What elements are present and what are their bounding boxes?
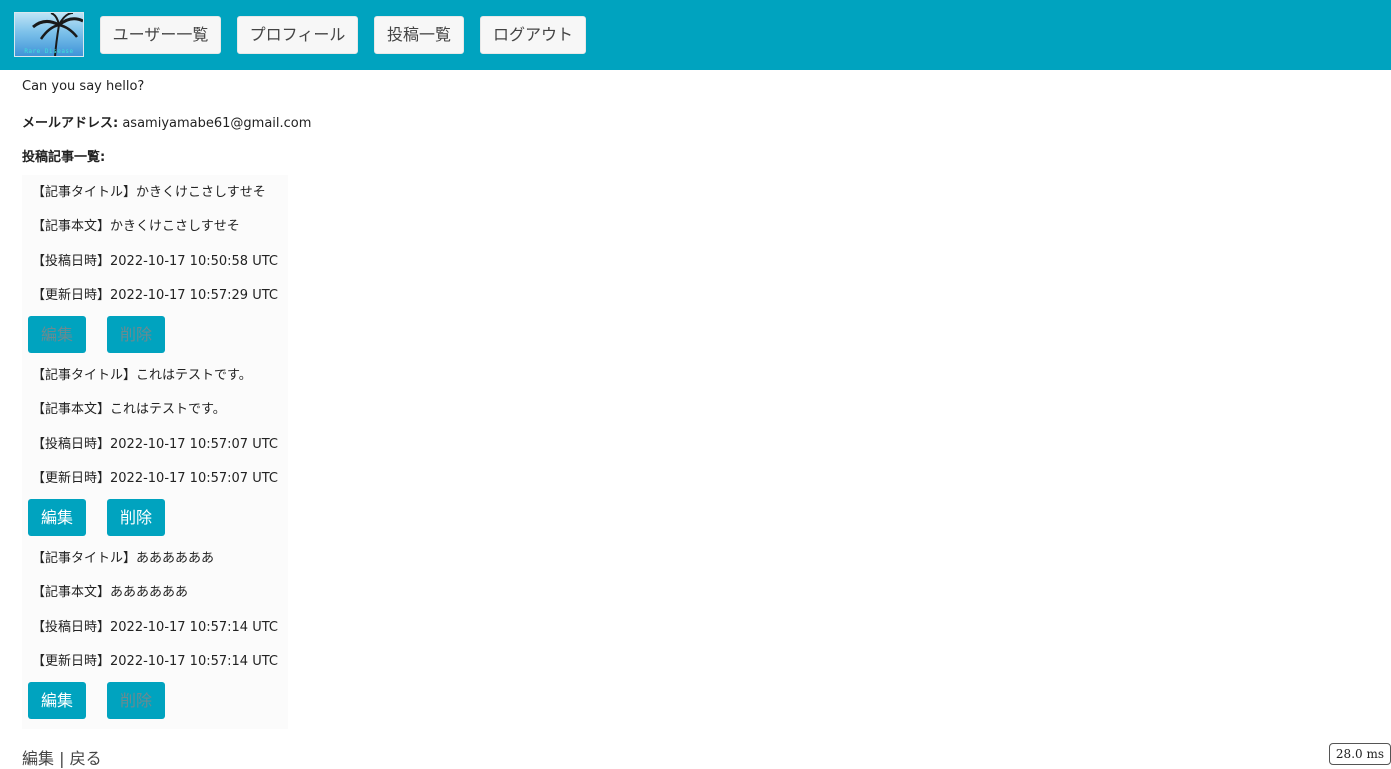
edit-post-button[interactable]: 編集 [28, 682, 86, 719]
top-nav-bar: Rare Disease ユーザー一覧 プロフィール 投稿一覧 ログアウト [0, 0, 1391, 70]
post-body: 【記事本文】ああああああ [32, 585, 189, 600]
nav-profile-button[interactable]: プロフィール [237, 16, 358, 54]
post-body: 【記事本文】かきくけこさしすせそ [32, 219, 240, 234]
nav-users-button[interactable]: ユーザー一覧 [100, 16, 221, 54]
post-updated: 【更新日時】2022-10-17 10:57:14 UTC [32, 654, 278, 669]
logo-text: Rare Disease [24, 48, 74, 55]
nav-posts-button[interactable]: 投稿一覧 [374, 16, 464, 54]
post-created: 【投稿日時】2022-10-17 10:57:07 UTC [32, 437, 278, 452]
post-body: 【記事本文】これはテストです。 [32, 402, 226, 417]
post-created: 【投稿日時】2022-10-17 10:50:58 UTC [32, 254, 278, 269]
email-value: asamiyamabe61@gmail.com [122, 116, 312, 131]
link-separator: | [59, 749, 65, 768]
posts-heading: 投稿記事一覧: [22, 150, 106, 165]
site-logo[interactable]: Rare Disease [14, 12, 84, 57]
edit-post-button[interactable]: 編集 [28, 499, 86, 536]
email-row: メールアドレス: asamiyamabe61@gmail.com [22, 112, 311, 131]
nav-logout-button[interactable]: ログアウト [480, 16, 586, 54]
post-title: 【記事タイトル】これはテストです。 [32, 368, 252, 383]
footer-links: 編集 | 戻る [22, 745, 102, 769]
post-created: 【投稿日時】2022-10-17 10:57:14 UTC [32, 620, 278, 635]
delete-post-button[interactable]: 削除 [107, 682, 165, 719]
delete-post-button[interactable]: 削除 [107, 499, 165, 536]
delete-post-button[interactable]: 削除 [107, 316, 165, 353]
email-label: メールアドレス: [22, 116, 119, 131]
back-link[interactable]: 戻る [70, 749, 102, 768]
edit-post-button[interactable]: 編集 [28, 316, 86, 353]
post-title: 【記事タイトル】かきくけこさしすせそ [32, 185, 266, 200]
post-title: 【記事タイトル】ああああああ [32, 551, 215, 566]
post-list: 【記事タイトル】かきくけこさしすせそ 【記事本文】かきくけこさしすせそ 【投稿日… [22, 175, 288, 729]
post-updated: 【更新日時】2022-10-17 10:57:29 UTC [32, 288, 278, 303]
profile-intro: Can you say hello? [22, 79, 145, 94]
post-updated: 【更新日時】2022-10-17 10:57:07 UTC [32, 471, 278, 486]
render-time-badge: 28.0 ms [1328, 743, 1391, 765]
edit-profile-link[interactable]: 編集 [22, 749, 54, 768]
